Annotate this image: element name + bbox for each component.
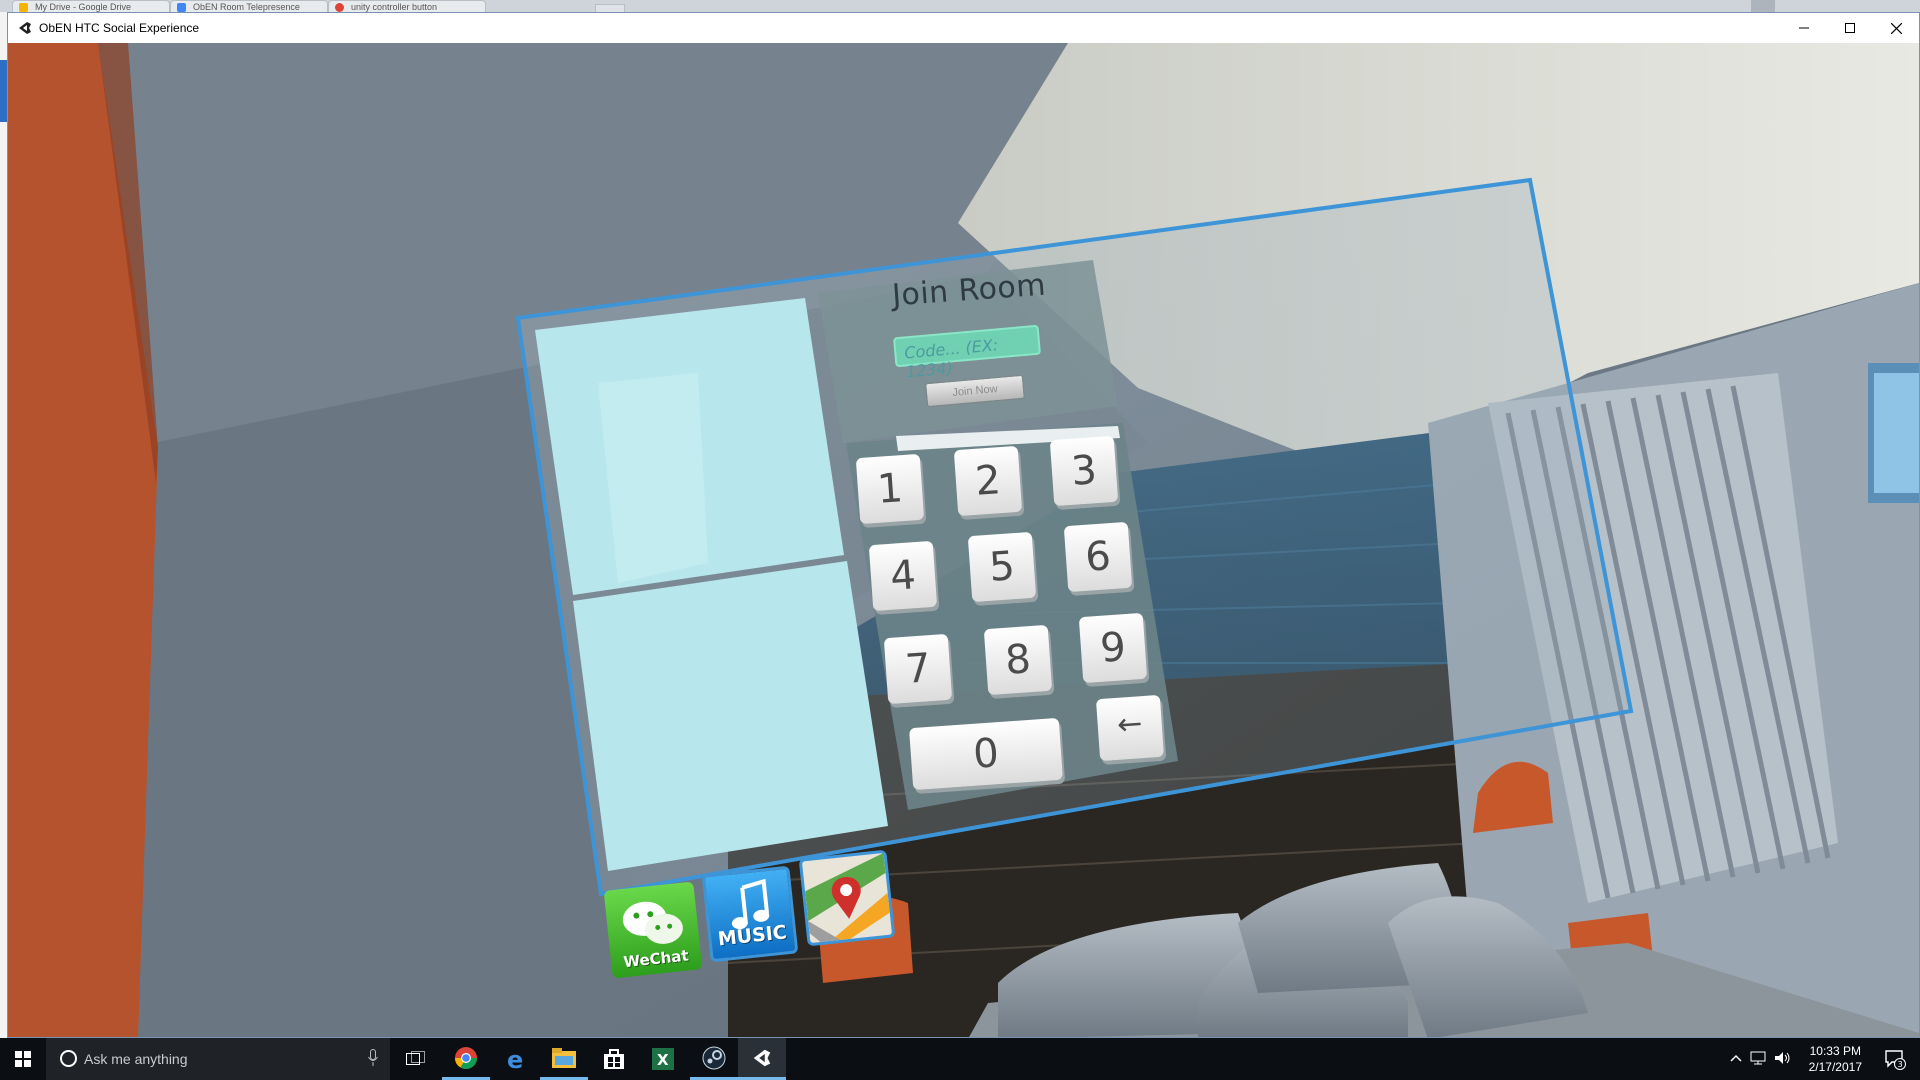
close-button[interactable] <box>1873 13 1919 43</box>
minimize-icon <box>1799 27 1809 29</box>
maps-app-button[interactable] <box>798 849 896 947</box>
unity-icon <box>19 22 31 34</box>
tab-label: unity controller button <box>351 2 438 12</box>
background-window-edge <box>0 12 7 1038</box>
start-button[interactable] <box>0 1038 46 1080</box>
vr-scene-viewport[interactable]: Join Room Code... (EX: 1234) Join Now 1 … <box>8 43 1919 1037</box>
maximize-button[interactable] <box>1827 13 1873 43</box>
unity-app-taskbar-button[interactable] <box>738 1038 786 1080</box>
keypad-key-0[interactable]: 0 <box>909 717 1063 791</box>
task-view-button[interactable] <box>392 1038 440 1080</box>
steam-taskbar-button[interactable] <box>690 1038 738 1080</box>
excel-taskbar-button[interactable]: X <box>639 1038 687 1080</box>
store-icon <box>604 1049 624 1069</box>
notification-count: 3 <box>1898 1060 1903 1069</box>
app-window: ObEN HTC Social Experience Join Room Cod… <box>7 12 1920 1038</box>
keypad-key-9[interactable]: 9 <box>1078 612 1148 684</box>
file-explorer-icon <box>552 1047 576 1068</box>
keypad-key-6[interactable]: 6 <box>1063 521 1133 593</box>
store-taskbar-button[interactable] <box>590 1038 638 1080</box>
chrome-taskbar-button[interactable] <box>442 1038 490 1080</box>
keypad-backspace-button[interactable]: ← <box>1095 694 1165 762</box>
close-icon <box>1890 22 1902 34</box>
browser-tab-oben[interactable]: ObEN Room Telepresence <box>170 0 328 12</box>
minimize-button[interactable] <box>1781 13 1827 43</box>
maximize-icon <box>1845 23 1855 33</box>
keypad-key-4[interactable]: 4 <box>868 540 938 612</box>
chrome-icon <box>455 1046 477 1069</box>
cortana-icon <box>60 1050 77 1067</box>
cortana-search-box[interactable]: Ask me anything <box>46 1038 390 1080</box>
unity-icon <box>753 1049 771 1066</box>
show-hidden-icons-icon[interactable] <box>1730 1053 1742 1063</box>
profile-icon[interactable] <box>1751 0 1775 12</box>
steam-icon <box>702 1046 726 1069</box>
windows-logo-icon <box>15 1051 31 1067</box>
tab-label: My Drive - Google Drive <box>35 2 132 12</box>
new-tab-button[interactable] <box>595 4 625 12</box>
title-bar: ObEN HTC Social Experience <box>8 13 1919 43</box>
task-view-icon <box>406 1051 425 1065</box>
taskbar-clock[interactable]: 10:33 PM 2/17/2017 <box>1809 1043 1862 1075</box>
network-icon[interactable] <box>1750 1050 1768 1066</box>
edge-taskbar-button[interactable]: e <box>492 1038 540 1080</box>
keypad-key-8[interactable]: 8 <box>983 624 1053 696</box>
maps-pin-icon <box>805 852 890 943</box>
browser-tab-google-drive[interactable]: My Drive - Google Drive <box>12 0 170 12</box>
action-center-icon[interactable]: 3 <box>1884 1048 1906 1070</box>
file-explorer-taskbar-button[interactable] <box>540 1038 588 1080</box>
clock-date: 2/17/2017 <box>1808 1060 1862 1074</box>
bedroom-3d-scene <box>8 43 1919 1037</box>
keypad-key-5[interactable]: 5 <box>967 531 1037 603</box>
svg-text:e: e <box>507 1047 523 1071</box>
background-window-accent <box>0 60 7 122</box>
search-placeholder: Ask me anything <box>84 1051 188 1067</box>
browser-tab-strip: My Drive - Google Drive ObEN Room Telepr… <box>0 0 1920 12</box>
wechat-app-button[interactable]: WeChat <box>603 881 703 979</box>
docs-icon <box>177 3 186 12</box>
edge-icon: e <box>507 1047 523 1071</box>
keypad-key-2[interactable]: 2 <box>953 445 1023 517</box>
excel-icon: X <box>652 1048 674 1070</box>
browser-tab-search[interactable]: unity controller button <box>328 0 486 12</box>
keypad-key-7[interactable]: 7 <box>883 633 953 705</box>
music-app-button[interactable]: MUSIC <box>701 865 799 963</box>
tab-label: ObEN Room Telepresence <box>193 2 300 12</box>
microphone-icon[interactable] <box>368 1049 378 1067</box>
volume-icon[interactable] <box>1774 1050 1792 1066</box>
windows-taskbar: Ask me anything e X 10:33 PM 2/17/2017 3 <box>0 1038 1920 1080</box>
keypad-key-1[interactable]: 1 <box>855 453 925 525</box>
clock-time: 10:33 PM <box>1809 1044 1861 1058</box>
svg-text:X: X <box>657 1051 669 1069</box>
drive-icon <box>19 3 28 12</box>
google-icon <box>335 3 344 12</box>
window-title: ObEN HTC Social Experience <box>39 21 200 35</box>
keypad-key-3[interactable]: 3 <box>1049 435 1119 507</box>
